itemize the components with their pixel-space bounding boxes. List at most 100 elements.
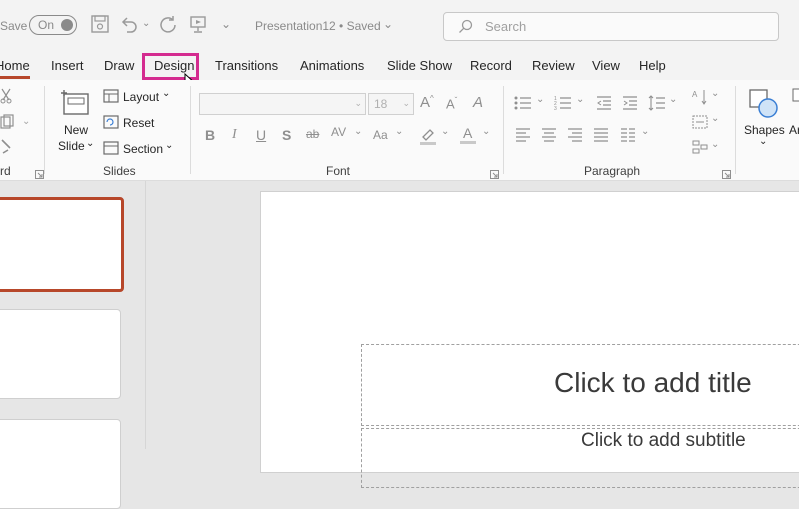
cut-icon[interactable] <box>0 88 12 109</box>
character-spacing-chevron-down-icon[interactable]: ⌄ <box>354 126 362 137</box>
document-title[interactable]: Presentation12 • Saved <box>255 19 381 33</box>
separator <box>735 86 736 174</box>
grow-font-icon[interactable]: A^ <box>420 94 434 111</box>
shapes-button[interactable]: Shapes <box>744 123 785 137</box>
reset-icon[interactable] <box>103 115 119 134</box>
title-chevron-down-icon[interactable]: ⌄ <box>383 17 393 31</box>
title-placeholder[interactable]: Click to add title <box>361 344 799 426</box>
layout-icon[interactable] <box>103 89 119 108</box>
bullets-icon[interactable] <box>514 96 532 115</box>
shapes-icon[interactable] <box>748 88 780 125</box>
new-slide-label-1[interactable]: New <box>64 123 88 137</box>
numbering-chevron-down-icon[interactable]: ⌄ <box>576 94 584 105</box>
present-icon[interactable] <box>188 14 210 36</box>
format-painter-icon[interactable] <box>0 138 12 159</box>
slide-thumbnail-3[interactable] <box>0 419 121 509</box>
tab-help[interactable]: Help <box>639 58 666 73</box>
layout-chevron-down-icon[interactable]: ⌄ <box>162 88 170 99</box>
section-button[interactable]: Section <box>123 142 163 156</box>
layout-button[interactable]: Layout <box>123 90 159 104</box>
tab-draw[interactable]: Draw <box>104 58 134 73</box>
customize-qat-icon[interactable]: ⌄ <box>221 17 231 31</box>
search-icon <box>459 19 473 33</box>
font-color-icon[interactable]: A <box>459 125 477 150</box>
clipboard-launcher-icon[interactable] <box>35 166 44 179</box>
align-right-icon[interactable] <box>567 128 583 147</box>
slide-thumbnail-pane[interactable] <box>0 181 146 509</box>
svg-text:3: 3 <box>554 106 557 110</box>
new-slide-icon[interactable] <box>60 86 92 123</box>
line-spacing-chevron-down-icon[interactable]: ⌄ <box>669 94 677 105</box>
section-icon[interactable] <box>103 141 119 160</box>
align-left-icon[interactable] <box>515 128 531 147</box>
autosave-label: Save <box>0 19 28 33</box>
increase-indent-icon[interactable] <box>622 96 638 115</box>
smartart-chevron-down-icon[interactable]: ⌄ <box>711 139 719 150</box>
title-placeholder-text: Click to add title <box>554 367 752 398</box>
copy-icon[interactable] <box>0 114 14 135</box>
undo-icon[interactable] <box>119 14 141 36</box>
subtitle-placeholder[interactable]: Click to add subtitle <box>361 428 799 488</box>
clipboard-group-label: rd <box>0 164 11 178</box>
font-family-combo[interactable]: ⌄ <box>199 93 366 115</box>
tab-insert[interactable]: Insert <box>51 58 84 73</box>
undo-dropdown-icon[interactable]: ⌄ <box>142 18 150 29</box>
paragraph-group-label: Paragraph <box>584 164 641 178</box>
font-launcher-icon[interactable] <box>490 166 499 179</box>
columns-icon[interactable] <box>620 128 636 147</box>
slide-thumbnail-2[interactable] <box>0 309 121 399</box>
text-shadow-icon[interactable]: S <box>282 127 291 143</box>
clear-formatting-icon[interactable]: A⃫ <box>473 94 494 111</box>
paragraph-launcher-icon[interactable] <box>722 166 731 179</box>
change-case-chevron-down-icon[interactable]: ⌄ <box>395 126 403 137</box>
separator <box>190 86 191 174</box>
change-case-icon[interactable]: Aa <box>373 128 388 142</box>
tab-animations[interactable]: Animations <box>300 58 364 73</box>
highlight-color-icon[interactable] <box>419 127 437 150</box>
numbering-icon[interactable]: 123 <box>554 96 572 115</box>
arrange-button[interactable]: Ar <box>789 123 799 137</box>
tab-review[interactable]: Review <box>532 58 575 73</box>
highlight-chevron-down-icon[interactable]: ⌄ <box>441 126 449 137</box>
bold-icon[interactable]: B <box>205 127 215 143</box>
align-text-icon[interactable] <box>692 114 708 135</box>
title-bar: Save On ⌄ ⌄ Presentation12 • Saved ⌄ Sea… <box>0 0 799 52</box>
decrease-indent-icon[interactable] <box>596 96 612 115</box>
line-spacing-icon[interactable] <box>648 94 666 117</box>
justify-icon[interactable] <box>593 128 609 147</box>
tab-transitions[interactable]: Transitions <box>215 58 278 73</box>
underline-icon[interactable]: U <box>256 127 266 143</box>
font-size-combo[interactable]: 18 ⌄ <box>368 93 414 115</box>
save-icon[interactable] <box>90 14 112 36</box>
align-center-icon[interactable] <box>541 128 557 147</box>
text-direction-chevron-down-icon[interactable]: ⌄ <box>711 88 719 99</box>
autosave-toggle[interactable]: On <box>29 15 77 35</box>
character-spacing-icon[interactable]: AV <box>331 125 346 139</box>
tab-record[interactable]: Record <box>470 58 512 73</box>
text-direction-icon[interactable]: A <box>692 89 708 110</box>
align-text-chevron-down-icon[interactable]: ⌄ <box>711 113 719 124</box>
redo-icon[interactable] <box>158 14 180 36</box>
separator <box>503 86 504 174</box>
arrange-icon[interactable] <box>792 88 799 107</box>
new-slide-label-2[interactable]: Slide <box>58 139 85 153</box>
tab-view[interactable]: View <box>592 58 620 73</box>
bullets-chevron-down-icon[interactable]: ⌄ <box>536 94 544 105</box>
section-chevron-down-icon[interactable]: ⌄ <box>165 140 173 151</box>
font-size-value: 18 <box>374 97 388 111</box>
tab-home[interactable]: Home <box>0 58 30 79</box>
strikethrough-icon[interactable]: ab <box>306 127 319 141</box>
font-color-chevron-down-icon[interactable]: ⌄ <box>482 126 490 137</box>
shapes-chevron-down-icon[interactable]: ⌄ <box>759 136 767 147</box>
tab-slide-show[interactable]: Slide Show <box>387 58 452 73</box>
columns-chevron-down-icon[interactable]: ⌄ <box>641 126 649 137</box>
shrink-font-icon[interactable]: Aˇ <box>446 96 457 111</box>
smartart-icon[interactable] <box>692 140 708 159</box>
italic-icon[interactable]: I <box>232 127 237 143</box>
reset-button[interactable]: Reset <box>123 116 154 130</box>
copy-dropdown-icon[interactable]: ⌄ <box>22 116 30 127</box>
new-slide-chevron-down-icon[interactable]: ⌄ <box>86 138 94 149</box>
slide-canvas[interactable]: Click to add title Click to add subtitle <box>260 191 799 488</box>
search-box[interactable]: Search <box>443 12 779 41</box>
slide-thumbnail-1[interactable] <box>0 197 124 292</box>
